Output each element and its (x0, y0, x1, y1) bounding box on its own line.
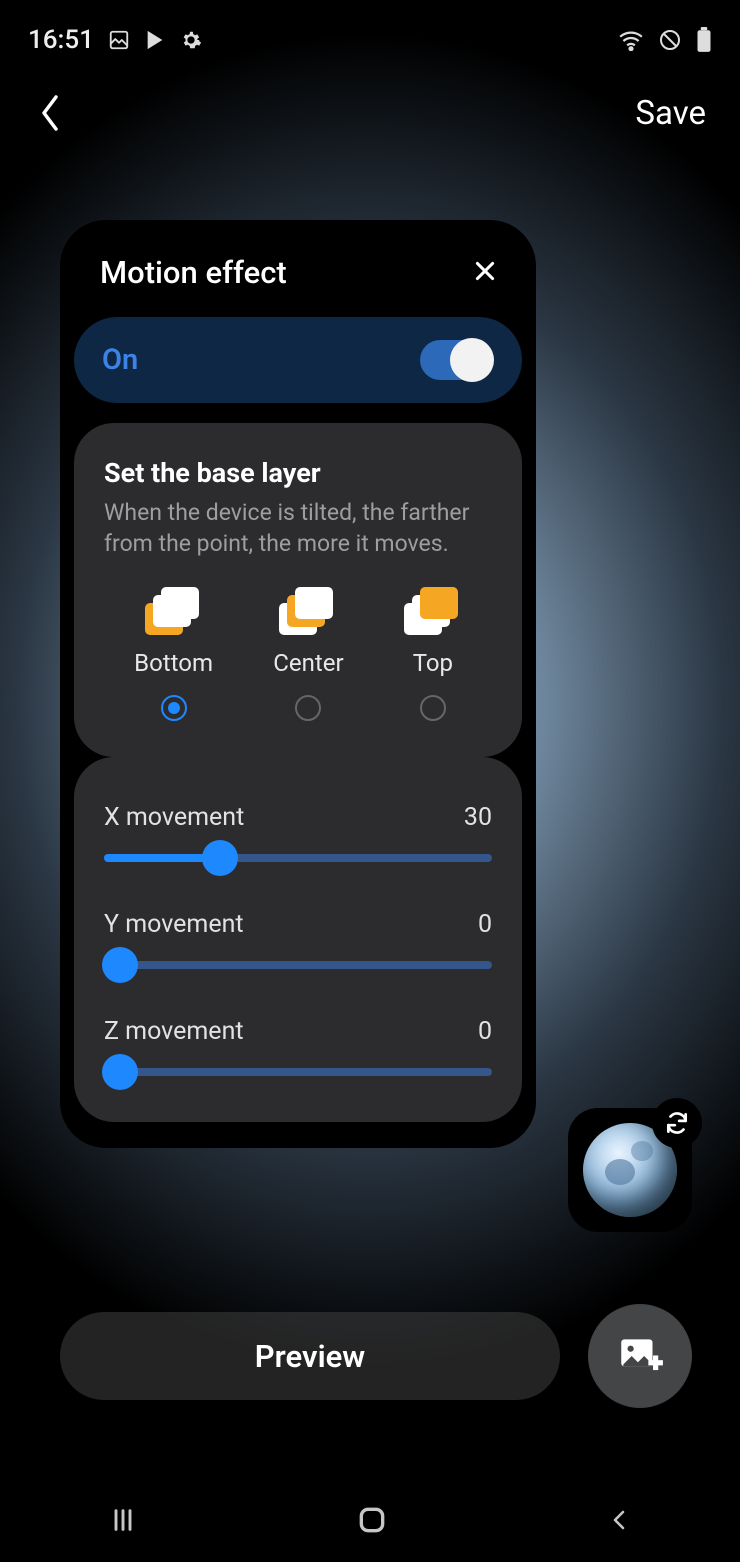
radio-center[interactable] (295, 695, 321, 721)
app-bar: Save (0, 60, 740, 150)
slider-track[interactable] (104, 854, 492, 862)
navigation-bar (0, 1482, 740, 1562)
base-layer-title: Set the base layer (104, 457, 492, 489)
layers-top-icon (404, 585, 462, 637)
base-option-top[interactable]: Top (404, 585, 462, 721)
layers-center-icon (279, 585, 337, 637)
slider-thumb[interactable] (102, 947, 138, 983)
layers-bottom-icon (145, 585, 203, 637)
do-not-disturb-icon (658, 28, 682, 52)
slider-value: 0 (478, 910, 492, 939)
base-option-label: Top (413, 649, 453, 677)
slider-x[interactable]: X movement 30 (104, 803, 492, 862)
slider-track[interactable] (104, 961, 492, 969)
base-layer-desc: When the device is tilted, the farther f… (104, 497, 492, 559)
save-button[interactable]: Save (635, 94, 706, 133)
refresh-button[interactable] (652, 1098, 702, 1148)
movement-section: X movement 30 Y movement 0 Z movement 0 (74, 757, 522, 1122)
motion-effect-panel: Motion effect On Set the base layer When… (60, 220, 536, 1148)
status-time: 16:51 (28, 25, 94, 55)
nav-back-button[interactable] (607, 1506, 631, 1538)
toggle-label: On (102, 343, 138, 377)
motion-toggle-row[interactable]: On (74, 317, 522, 403)
preview-button[interactable]: Preview (60, 1312, 560, 1400)
add-image-button[interactable] (588, 1304, 692, 1408)
play-store-icon (144, 29, 166, 51)
slider-value: 0 (478, 1017, 492, 1046)
wifi-icon (618, 29, 644, 51)
slider-y[interactable]: Y movement 0 (104, 910, 492, 969)
slider-thumb[interactable] (202, 840, 238, 876)
bottom-actions: Preview (0, 1304, 740, 1408)
base-option-label: Center (273, 649, 343, 677)
back-button[interactable] (30, 93, 70, 133)
radio-top[interactable] (420, 695, 446, 721)
recents-button[interactable] (109, 1506, 137, 1538)
status-bar: 16:51 (0, 0, 740, 60)
slider-label: X movement (104, 803, 244, 832)
base-option-center[interactable]: Center (273, 585, 343, 721)
close-button[interactable] (472, 258, 498, 288)
base-layer-section: Set the base layer When the device is ti… (74, 423, 522, 757)
base-option-bottom[interactable]: Bottom (134, 585, 213, 721)
layer-preview-tile[interactable] (568, 1108, 692, 1232)
toggle-switch[interactable] (420, 340, 492, 380)
battery-icon (696, 27, 712, 53)
slider-z[interactable]: Z movement 0 (104, 1017, 492, 1076)
slider-label: Z movement (104, 1017, 244, 1046)
switch-knob (450, 338, 494, 382)
slider-value: 30 (464, 803, 492, 832)
slider-label: Y movement (104, 910, 244, 939)
radio-bottom[interactable] (161, 695, 187, 721)
home-button[interactable] (356, 1504, 388, 1540)
panel-title: Motion effect (100, 254, 287, 291)
picture-icon (108, 29, 130, 51)
slider-track[interactable] (104, 1068, 492, 1076)
base-option-label: Bottom (134, 649, 213, 677)
gear-icon (180, 29, 202, 51)
slider-thumb[interactable] (102, 1054, 138, 1090)
